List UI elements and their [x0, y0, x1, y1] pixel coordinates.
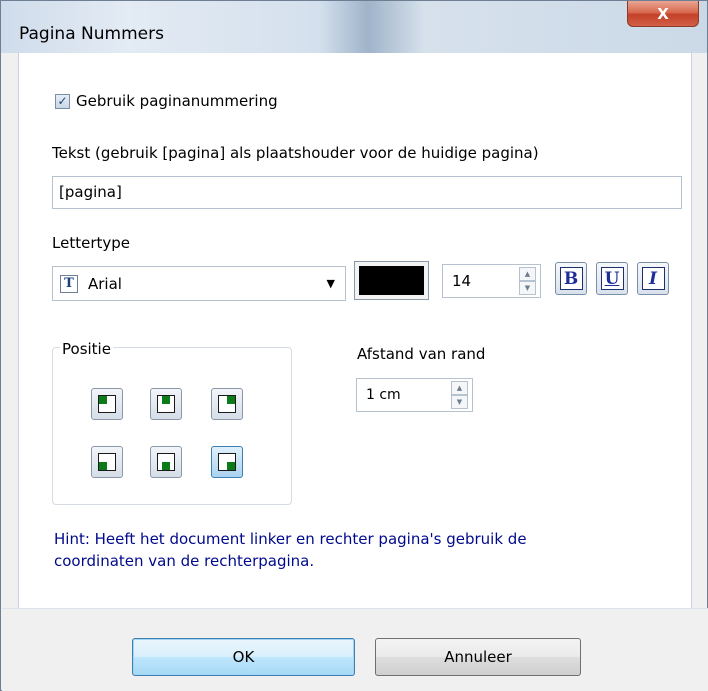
position-bottom-left-button[interactable]: [91, 446, 123, 478]
ok-button[interactable]: OK: [132, 638, 355, 676]
margin-spinner[interactable]: 1 cm ▲ ▼: [356, 378, 473, 412]
bottom-right-position-icon: [218, 453, 236, 471]
spin-up-icon[interactable]: ▲: [519, 267, 536, 281]
chevron-down-icon: ▼: [326, 277, 335, 290]
position-top-right-button[interactable]: [211, 388, 243, 420]
font-label: Lettertype: [52, 234, 130, 252]
font-dropdown[interactable]: T Arial ▼: [52, 266, 346, 301]
position-top-center-button[interactable]: [150, 388, 182, 420]
position-bottom-center-button[interactable]: [150, 446, 182, 478]
dialog-title: Pagina Nummers: [19, 24, 164, 44]
title-bar[interactable]: Pagina Nummers X: [1, 1, 707, 53]
cancel-button[interactable]: Annuleer: [375, 638, 581, 676]
bottom-left-position-icon: [98, 453, 116, 471]
close-button[interactable]: X: [627, 1, 699, 27]
font-name: Arial: [88, 274, 122, 293]
font-size-value: 14: [452, 272, 472, 290]
top-right-position-icon: [218, 395, 236, 413]
font-size-spin-buttons: ▲ ▼: [519, 267, 536, 295]
text-input[interactable]: [pagina]: [52, 176, 682, 209]
text-field-label: Tekst (gebruik [pagina] als plaatshouder…: [52, 144, 539, 162]
spin-down-icon[interactable]: ▼: [451, 395, 468, 409]
hint-text: Hint: Heeft het document linker en recht…: [54, 530, 527, 570]
underline-button[interactable]: U: [596, 262, 628, 295]
close-icon: X: [657, 4, 669, 23]
bold-icon: B: [559, 267, 583, 290]
margin-label: Afstand van rand: [357, 345, 486, 363]
font-color-button[interactable]: [354, 261, 429, 300]
color-fill: [359, 266, 424, 295]
truetype-font-icon: T: [60, 274, 78, 293]
font-size-spinner[interactable]: 14 ▲ ▼: [442, 264, 541, 298]
margin-value: 1 cm: [366, 387, 401, 403]
position-legend: Positie: [60, 340, 113, 358]
spin-up-icon[interactable]: ▲: [451, 381, 468, 395]
underline-icon: U: [600, 267, 624, 290]
page-numbers-dialog: Pagina Nummers X ✓ Gebruik paginanummeri…: [0, 0, 708, 691]
checkmark-icon: ✓: [57, 94, 68, 108]
margin-spin-buttons: ▲ ▼: [451, 381, 468, 409]
dialog-content: ✓ Gebruik paginanummering Tekst (gebruik…: [18, 53, 692, 608]
dialog-footer: OK Annuleer: [2, 608, 708, 691]
position-bottom-right-button[interactable]: [211, 446, 243, 478]
bottom-center-position-icon: [157, 453, 175, 471]
top-center-position-icon: [157, 395, 175, 413]
use-numbering-checkbox[interactable]: ✓: [55, 93, 70, 109]
spin-down-icon[interactable]: ▼: [519, 281, 536, 295]
italic-icon: I: [641, 267, 665, 290]
position-group: [52, 347, 292, 505]
position-top-left-button[interactable]: [91, 388, 123, 420]
top-left-position-icon: [98, 395, 116, 413]
use-numbering-row[interactable]: ✓ Gebruik paginanummering: [55, 92, 278, 110]
italic-button[interactable]: I: [637, 262, 669, 295]
bold-button[interactable]: B: [555, 262, 587, 295]
use-numbering-label: Gebruik paginanummering: [76, 92, 278, 110]
